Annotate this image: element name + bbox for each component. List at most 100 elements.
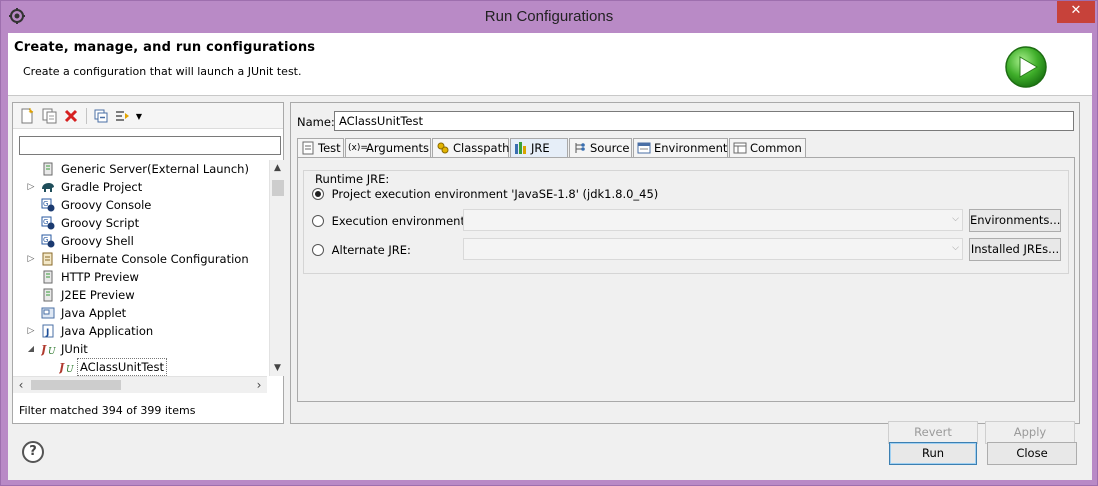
title-bar: Run Configurations ✕	[1, 1, 1097, 33]
tree-item-generic-server[interactable]: Generic Server(External Launch)	[13, 160, 267, 178]
tab-test[interactable]: Test	[297, 138, 344, 157]
tab-jre[interactable]: JRE	[510, 138, 568, 158]
tree-vertical-scrollbar[interactable]: ▲ ▼	[269, 160, 285, 376]
list-toolbar: ✦ ▼	[13, 103, 283, 129]
java-applet-icon	[41, 307, 55, 319]
config-tabs: Test (x)= Arguments Classpath JRE Source…	[297, 138, 1077, 158]
toolbar-separator	[86, 108, 87, 124]
tree-item-j2ee-preview[interactable]: J2EE Preview	[13, 286, 267, 304]
svg-text:J: J	[59, 361, 65, 374]
run-button[interactable]: Run	[889, 442, 977, 465]
scroll-left-icon[interactable]: ‹	[13, 377, 29, 393]
duplicate-configuration-button[interactable]	[39, 106, 59, 126]
alternate-jre-option[interactable]: Alternate JRE:	[312, 241, 411, 259]
expand-icon[interactable]: ▷	[26, 322, 36, 340]
http-preview-icon	[43, 270, 53, 284]
expand-icon[interactable]: ▷	[26, 178, 36, 196]
tab-arguments[interactable]: (x)= Arguments	[345, 138, 431, 157]
junit-test-icon: J U	[59, 361, 74, 374]
configuration-list-pane: ✦ ▼ Generic Server(External Launch) ▷ Gr…	[12, 102, 285, 424]
filter-configurations-button[interactable]	[113, 106, 133, 126]
tree-item-label: JUnit	[61, 342, 88, 356]
project-environment-option[interactable]: Project execution environment 'JavaSE-1.…	[312, 185, 658, 203]
tree-item-aclassunittest[interactable]: J U AClassUnitTest	[13, 358, 267, 376]
tab-label: JRE	[531, 141, 550, 155]
tree-item-groovy-console[interactable]: G Groovy Console	[13, 196, 267, 214]
tab-environment[interactable]: Environment	[633, 138, 728, 157]
java-application-icon: J	[42, 324, 54, 338]
tree-item-label: Groovy Script	[61, 216, 140, 230]
radio-project-environment[interactable]	[312, 187, 324, 200]
radio-execution-environment[interactable]	[312, 214, 324, 227]
collapse-icon[interactable]: ◢	[26, 340, 36, 358]
alternate-jre-select[interactable]: ⌵	[463, 238, 963, 260]
tree-item-groovy-script[interactable]: G Groovy Script	[13, 214, 267, 232]
j2ee-preview-icon	[43, 288, 53, 302]
tab-classpath[interactable]: Classpath	[432, 138, 509, 157]
tree-item-http-preview[interactable]: HTTP Preview	[13, 268, 267, 286]
jre-tab-panel: Runtime JRE: Project execution environme…	[297, 157, 1075, 402]
svg-text:J: J	[45, 328, 49, 338]
collapse-all-icon	[94, 109, 108, 123]
help-icon[interactable]: ?	[22, 441, 44, 463]
header-title: Create, manage, and run configurations	[14, 40, 316, 55]
scroll-right-icon[interactable]: ›	[251, 377, 267, 393]
tab-source[interactable]: Source	[569, 138, 632, 157]
expand-icon[interactable]: ▷	[26, 250, 36, 268]
environment-icon	[637, 142, 651, 154]
dialog-client: Create, manage, and run configurations C…	[8, 33, 1092, 480]
tab-common[interactable]: Common	[729, 138, 806, 157]
tree-item-groovy-shell[interactable]: G Groovy Shell	[13, 232, 267, 250]
tree-item-label: J2EE Preview	[61, 288, 135, 302]
close-button[interactable]: Close	[987, 442, 1077, 465]
runtime-jre-group-title: Runtime JRE:	[313, 172, 392, 186]
new-configuration-button[interactable]: ✦	[17, 106, 37, 126]
execution-environment-select[interactable]: ⌵	[463, 209, 963, 231]
filter-text-input[interactable]	[19, 136, 281, 155]
configuration-tree: Generic Server(External Launch) ▷ Gradle…	[13, 160, 267, 376]
tree-item-gradle-project[interactable]: ▷ Gradle Project	[13, 178, 267, 196]
configuration-editor-pane: Name: AClassUnitTest Test (x)= Arguments	[290, 102, 1080, 444]
radio-alternate-jre[interactable]	[312, 243, 324, 256]
svg-text:U: U	[48, 347, 56, 356]
tree-horizontal-scrollbar[interactable]: ‹ ›	[13, 376, 267, 393]
revert-button[interactable]: Revert	[888, 421, 978, 444]
gradle-elephant-icon	[42, 183, 54, 192]
scroll-thumb[interactable]	[272, 180, 284, 196]
junit-icon: J U	[41, 343, 56, 356]
filter-menu-dropdown[interactable]: ▼	[133, 106, 145, 126]
installed-jres-button[interactable]: Installed JREs...	[969, 238, 1061, 261]
dropdown-arrow-icon: ▼	[135, 111, 143, 121]
groovy-shell-icon: G	[41, 234, 55, 248]
run-launch-icon	[1005, 46, 1047, 88]
tree-item-junit[interactable]: ◢ J U JUnit	[13, 340, 267, 358]
scroll-down-icon[interactable]: ▼	[270, 360, 285, 376]
collapse-all-button[interactable]	[91, 106, 111, 126]
radio-label: Execution environment:	[331, 214, 469, 228]
tree-item-label: AClassUnitTest	[77, 358, 167, 376]
execution-environment-option[interactable]: Execution environment:	[312, 212, 469, 230]
svg-text:G: G	[43, 218, 48, 226]
groovy-script-icon: G	[41, 216, 55, 230]
tree-item-hibernate-console[interactable]: ▷ Hibernate Console Configuration	[13, 250, 267, 268]
name-field[interactable]: AClassUnitTest	[334, 111, 1074, 131]
apply-button[interactable]: Apply	[985, 421, 1075, 444]
tree-item-java-application[interactable]: ▷ J Java Application	[13, 322, 267, 340]
tree-item-label: Groovy Shell	[61, 234, 134, 248]
groovy-console-icon: G	[41, 198, 55, 212]
scroll-thumb[interactable]	[31, 380, 121, 390]
tree-item-label: Java Applet	[61, 306, 127, 320]
new-config-icon: ✦	[21, 108, 34, 124]
svg-text:G: G	[43, 236, 48, 244]
window-close-button[interactable]: ✕	[1057, 1, 1095, 23]
jre-icon	[515, 142, 526, 154]
environments-button[interactable]: Environments...	[969, 209, 1061, 232]
delete-configuration-button[interactable]	[61, 106, 81, 126]
chevron-down-icon: ⌵	[952, 214, 959, 224]
scroll-up-icon[interactable]: ▲	[270, 160, 285, 176]
source-icon	[575, 143, 585, 153]
tree-item-java-applet[interactable]: Java Applet	[13, 304, 267, 322]
filter-icon	[116, 111, 129, 121]
common-icon	[733, 142, 747, 154]
classpath-icon	[437, 142, 449, 154]
